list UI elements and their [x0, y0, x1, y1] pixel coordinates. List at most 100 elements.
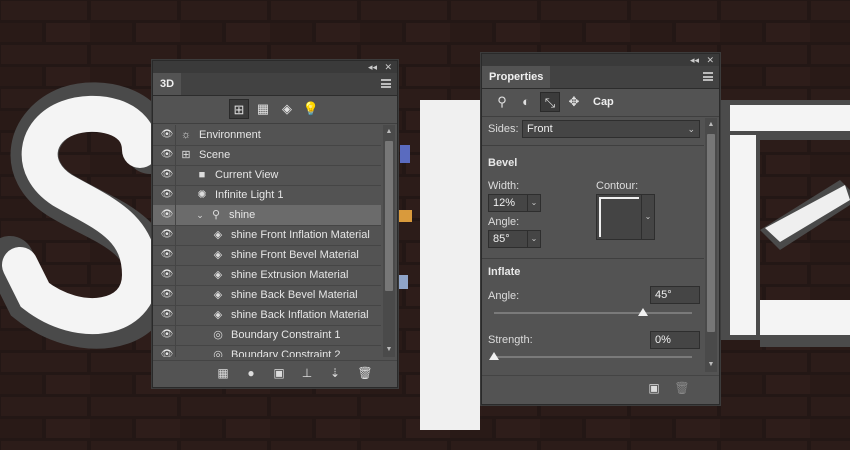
layer-row[interactable]: 👁 ◈ shine Back Inflation Material — [153, 305, 381, 326]
visibility-eye-icon[interactable]: 👁 — [159, 325, 175, 345]
panel-bottom-bar: ▦ ● ▣ ⊥ ⇣ 🗑 — [153, 360, 397, 387]
cap-mode-icon[interactable]: ⤡ — [540, 92, 560, 112]
sides-label: Sides: — [488, 123, 519, 135]
contour-preview[interactable] — [596, 194, 642, 240]
whole-scene-filter-icon[interactable]: ⊞ — [229, 99, 249, 119]
layer-row[interactable]: 👁 ☼ Environment — [153, 125, 381, 146]
light-icon: ✺ — [197, 189, 207, 201]
layer-row[interactable]: 👁 ◈ shine Front Inflation Material — [153, 225, 381, 246]
cap-label: Cap — [593, 96, 614, 108]
layer-row[interactable]: 👁 ✺ Infinite Light 1 — [153, 185, 381, 206]
delete-icon[interactable]: 🗑 — [357, 365, 373, 381]
visibility-eye-icon[interactable]: 👁 — [159, 205, 175, 225]
inflate-angle-label: Angle: — [488, 290, 520, 302]
inflate-angle-input[interactable]: 45° — [650, 286, 700, 304]
contour-dropdown[interactable]: ⌄ — [641, 194, 655, 240]
bevel-width-dropdown[interactable]: ⌄ — [527, 194, 541, 212]
collapse-icon[interactable]: ◂◂ — [368, 61, 377, 73]
layer-row[interactable]: 👁 ◎ Boundary Constraint 1 — [153, 325, 381, 346]
visibility-eye-icon[interactable]: 👁 — [159, 245, 175, 265]
ground-icon[interactable]: ⊥ — [299, 365, 315, 381]
tab-3d[interactable]: 3D — [153, 73, 182, 95]
tab-properties[interactable]: Properties — [482, 66, 551, 88]
inflate-angle-slider-knob[interactable] — [637, 308, 648, 316]
scroll-thumb[interactable] — [707, 134, 715, 332]
visibility-eye-icon[interactable]: 👁 — [159, 265, 175, 285]
scroll-down-icon[interactable]: ▼ — [384, 345, 394, 355]
layer-row[interactable]: 👁 ◈ shine Extrusion Material — [153, 265, 381, 286]
visibility-eye-icon[interactable]: 👁 — [159, 305, 175, 325]
panel-top-bar: ◂◂ ✕ — [153, 61, 397, 73]
camera-icon: ■ — [198, 169, 206, 181]
material-icon: ◈ — [213, 269, 223, 281]
visibility-eye-icon[interactable]: 👁 — [159, 225, 175, 245]
visibility-eye-icon[interactable]: 👁 — [159, 285, 175, 305]
add-mesh-icon[interactable]: ▦ — [215, 365, 231, 381]
mesh-icon: ⚲ — [211, 209, 221, 221]
visibility-eye-icon[interactable]: 👁 — [159, 125, 175, 145]
layer-label: Boundary Constraint 2 — [231, 349, 341, 357]
sides-select[interactable]: Front ⌄ — [522, 120, 700, 138]
visibility-eye-icon[interactable]: 👁 — [159, 165, 175, 185]
scroll-down-icon[interactable]: ▼ — [706, 360, 716, 370]
scroll-up-icon[interactable]: ▲ — [384, 127, 394, 137]
coordinates-mode-icon[interactable]: ✥ — [564, 92, 584, 112]
drop-to-plane-icon[interactable]: ⇣ — [327, 365, 343, 381]
mesh-mode-icon[interactable]: ⚲ — [492, 92, 512, 112]
letter-i-3d — [420, 100, 480, 430]
row-divider — [175, 285, 176, 305]
inflate-strength-slider-knob[interactable] — [489, 352, 499, 360]
add-light-icon[interactable]: ● — [243, 365, 259, 381]
row-divider — [175, 345, 176, 357]
bevel-width-input[interactable]: 12% — [488, 194, 528, 212]
panel-menu-icon[interactable] — [381, 79, 391, 88]
row-divider — [175, 185, 176, 205]
render-icon[interactable]: ▣ — [271, 365, 287, 381]
delete-icon[interactable]: 🗑 — [674, 380, 690, 396]
layer-label: Environment — [199, 129, 261, 141]
inflate-section-title: Inflate — [488, 266, 521, 278]
expand-chevron-icon[interactable]: ⌄ — [193, 205, 207, 225]
layer-label: shine Back Bevel Material — [231, 289, 358, 301]
layer-label: Infinite Light 1 — [215, 189, 284, 201]
inflate-strength-slider[interactable] — [494, 356, 692, 358]
layer-label: shine Front Inflation Material — [231, 229, 370, 241]
visibility-eye-icon[interactable]: 👁 — [159, 345, 175, 357]
layer-label: shine Extrusion Material — [231, 269, 349, 281]
contour-label: Contour: — [596, 180, 639, 192]
layer-row[interactable]: 👁 ◈ shine Front Bevel Material — [153, 245, 381, 266]
row-divider — [175, 125, 176, 145]
panel-menu-icon[interactable] — [703, 72, 713, 81]
panel-tab-row: Properties — [482, 66, 719, 89]
lights-filter-icon[interactable]: 💡 — [301, 99, 321, 119]
bevel-angle-input[interactable]: 85° — [488, 230, 528, 248]
meshes-filter-icon[interactable]: ▦ — [253, 99, 273, 119]
inflate-strength-input[interactable]: 0% — [650, 331, 700, 349]
row-divider — [175, 165, 176, 185]
layer-row[interactable]: 👁 ◈ shine Back Bevel Material — [153, 285, 381, 306]
bevel-angle-dropdown[interactable]: ⌄ — [527, 230, 541, 248]
collapse-icon[interactable]: ◂◂ — [690, 54, 699, 66]
render-icon[interactable]: ▣ — [646, 380, 662, 396]
layer-row[interactable]: 👁 ⊞ Scene — [153, 145, 381, 166]
deform-mode-icon[interactable]: ◐ — [516, 92, 536, 112]
constraint-icon: ◎ — [213, 329, 223, 341]
inflate-angle-slider[interactable] — [494, 312, 692, 314]
layer-label: shine Front Bevel Material — [231, 249, 359, 261]
scroll-up-icon[interactable]: ▲ — [706, 120, 716, 130]
layer-row[interactable]: 👁 ◎ Boundary Constraint 2 — [153, 345, 381, 357]
scene-icon: ⊞ — [181, 149, 191, 161]
close-icon[interactable]: ✕ — [706, 54, 714, 66]
visibility-eye-icon[interactable]: 👁 — [159, 145, 175, 165]
layer-row[interactable]: 👁 ⌄ ⚲ shine — [153, 205, 381, 226]
panel-top-bar: ◂◂ ✕ — [482, 54, 719, 66]
scroll-thumb[interactable] — [385, 141, 393, 291]
row-divider — [175, 325, 176, 345]
bevel-section-title: Bevel — [488, 157, 518, 169]
visibility-eye-icon[interactable]: 👁 — [159, 185, 175, 205]
materials-filter-icon[interactable]: ◈ — [277, 99, 297, 119]
layer-label: Current View — [215, 169, 279, 181]
layer-row[interactable]: 👁 ■ Current View — [153, 165, 381, 186]
chevron-down-icon: ⌄ — [687, 124, 695, 134]
close-icon[interactable]: ✕ — [384, 61, 392, 73]
